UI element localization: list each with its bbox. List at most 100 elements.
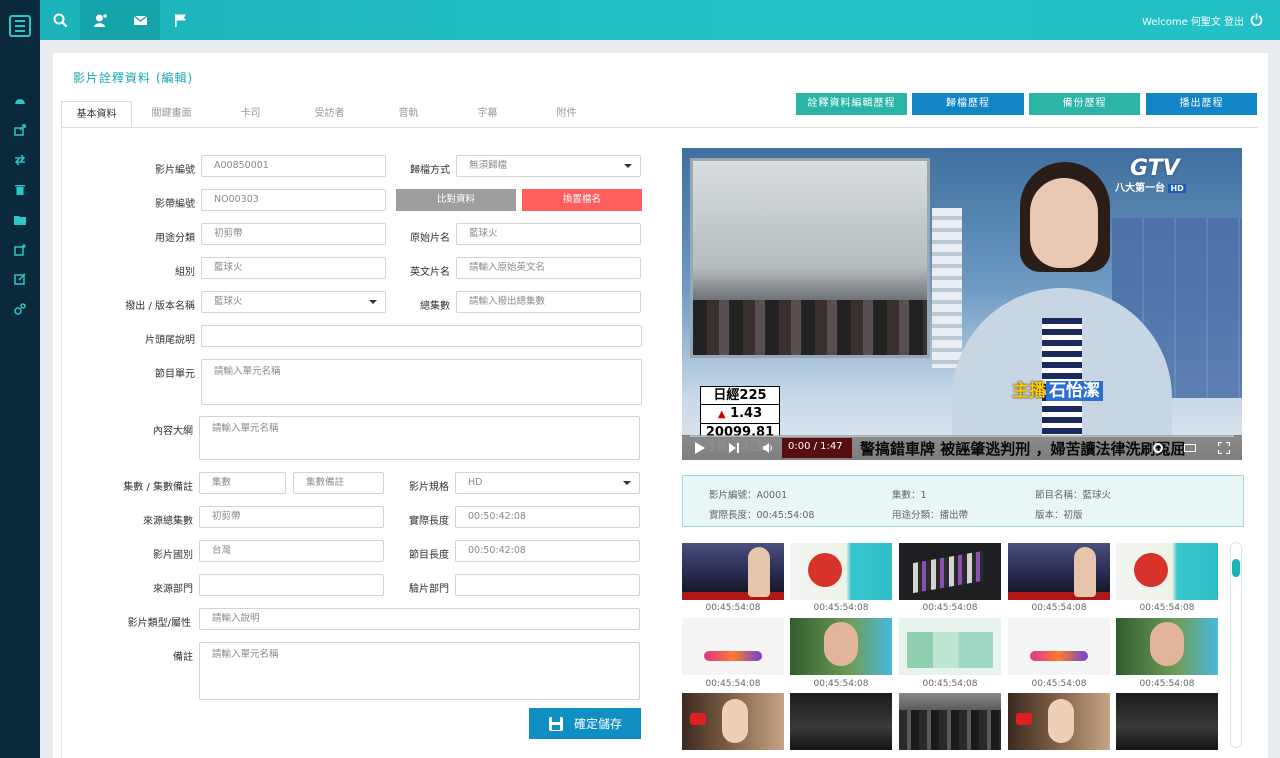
thumbnail[interactable] [899,693,1001,750]
program-length-field[interactable]: 00:50:42:08 [455,540,640,562]
theater-mode-icon[interactable] [1184,442,1196,454]
scrollbar-thumb[interactable] [1232,559,1240,577]
tab-audio-tracks[interactable]: 音軌 [369,101,448,128]
add-item-icon[interactable] [13,243,27,257]
actual-length-field[interactable]: 00:50:42:08 [455,506,640,528]
settings-icon[interactable] [13,302,27,316]
archive-method-select[interactable]: 無須歸檔 [456,155,641,177]
video-progress-bar[interactable] [690,435,1234,437]
rename-file-button[interactable]: 換置檔名 [522,189,642,211]
export-icon[interactable] [13,123,27,137]
thumbnail[interactable] [790,543,892,600]
chevron-down-icon [623,481,631,485]
backup-history-button[interactable]: 備份歷程 [1029,93,1140,115]
hamburger-menu-icon[interactable] [9,15,31,37]
video-pillar [932,208,962,368]
skip-next-icon[interactable] [728,442,740,454]
program-length-label: 節目長度 [409,550,449,561]
episode-label: 集數 / 集數備註 [123,482,193,493]
search-icon[interactable] [40,0,80,40]
video-type-field[interactable]: 請輸入說明 [199,608,640,630]
tape-id-field[interactable]: NO00303 [201,189,386,211]
total-episodes-label: 總集數 [420,301,450,312]
source-episodes-label: 來源總集數 [143,516,193,527]
floppy-disk-icon [548,716,563,731]
info-usage: 用途分類：播出帶 [892,510,969,521]
hd-badge: HD [1168,184,1186,193]
thumbnail[interactable] [899,618,1001,675]
tab-attachments[interactable]: 附件 [527,101,606,128]
mail-icon[interactable] [120,0,160,40]
tab-subtitles[interactable]: 字幕 [448,101,527,128]
thumbnail[interactable] [1116,543,1218,600]
tape-id-label: 影帶編號 [155,199,195,210]
trash-icon[interactable] [13,183,27,197]
anchor-face [1030,178,1098,268]
compare-data-button[interactable]: 比對資料 [396,189,516,211]
video-spec-select[interactable]: HD [455,472,640,494]
thumbnail[interactable] [1008,618,1110,675]
head-tail-note-label: 片頭尾說明 [145,335,195,346]
version-name-label: 撥出 / 版本名稱 [125,301,195,312]
episode-field[interactable]: 集數 [199,472,286,494]
original-title-field[interactable]: 藍球火 [456,223,641,245]
check-dept-field[interactable] [455,574,640,596]
total-episodes-field[interactable]: 請輸入撥出總集數 [456,291,641,313]
fullscreen-icon[interactable] [1218,442,1230,454]
tab-cast[interactable]: 卡司 [211,101,290,128]
thumbnail[interactable] [1116,618,1218,675]
info-video-id: 影片編號：A0001 [709,490,788,501]
save-button[interactable]: 確定儲存 [529,708,641,739]
thumbnail[interactable] [899,543,1001,600]
main-panel: 影片詮釋資料 (編輯) 詮釋資料編輯歷程 歸檔歷程 備份歷程 播出歷程 基本資料… [53,53,1268,758]
info-episode: 集數：1 [892,490,927,501]
tab-key-frames[interactable]: 關鍵畫面 [132,101,211,128]
tab-interviewees[interactable]: 受訪者 [290,101,369,128]
dashboard-icon[interactable] [13,94,27,108]
logout-link[interactable]: 登出 [1224,13,1244,28]
synopsis-textarea[interactable]: 請輸入單元名稱 [199,416,640,460]
thumbnail-timecode: 00:45:54:08 [922,603,978,613]
metadata-edit-history-button[interactable]: 詮釋資料編輯歷程 [796,93,907,115]
thumbnail-timecode: 00:45:54:08 [1031,603,1087,613]
remarks-label: 備註 [173,652,193,663]
channel-subtitle: 八大第一台 HD [1115,179,1186,194]
flag-icon[interactable] [160,0,200,40]
program-unit-textarea[interactable]: 請輸入單元名稱 [201,359,642,405]
edit-icon[interactable] [13,272,27,286]
thumbnail[interactable] [682,543,784,600]
archive-history-button[interactable]: 歸檔歷程 [912,93,1024,115]
broadcast-history-button[interactable]: 播出歷程 [1146,93,1257,115]
video-id-label: 影片編號 [155,165,195,176]
english-title-field[interactable]: 請輸入原始英文名 [456,257,641,279]
user-notification-icon[interactable] [80,0,120,40]
stock-ticker: 日經225 ▲ 1.43 20099.81 [700,386,780,440]
archive-method-label: 歸檔方式 [410,165,450,176]
head-tail-note-field[interactable] [201,325,642,347]
power-icon[interactable] [1250,13,1263,26]
top-bar: Welcome 何聖文 登出 [40,0,1280,40]
remarks-textarea[interactable]: 請輸入單元名稱 [199,642,640,700]
program-unit-label: 節目單元 [155,369,195,380]
thumbnail[interactable] [790,693,892,750]
thumbnail[interactable] [1116,693,1218,750]
video-type-label: 影片類型/屬性 [127,618,191,629]
thumbnail[interactable] [682,693,784,750]
archive-method-value: 無須歸檔 [469,160,508,171]
volume-icon[interactable] [762,442,774,454]
transfer-icon[interactable] [13,153,27,167]
tab-basic-info[interactable]: 基本資料 [61,101,132,128]
group-label: 組別 [175,267,195,278]
thumbnail[interactable] [1008,693,1110,750]
video-player[interactable]: GTV 八大第一台 HD 主播 石怡潔 日經225 ▲ 1.43 20099.81… [682,148,1242,460]
thumbnail-timecode: 00:45:54:08 [1139,603,1195,613]
thumbnail[interactable] [790,618,892,675]
ticker-change: ▲ 1.43 [701,405,779,424]
settings-gear-icon[interactable] [1152,442,1164,454]
folder-icon[interactable] [13,213,27,227]
thumbnail-timecode: 00:45:54:08 [705,603,761,613]
video-spec-label: 影片規格 [409,482,449,493]
thumbnail[interactable] [1008,543,1110,600]
thumbnail[interactable] [682,618,784,675]
play-icon[interactable] [694,442,706,454]
